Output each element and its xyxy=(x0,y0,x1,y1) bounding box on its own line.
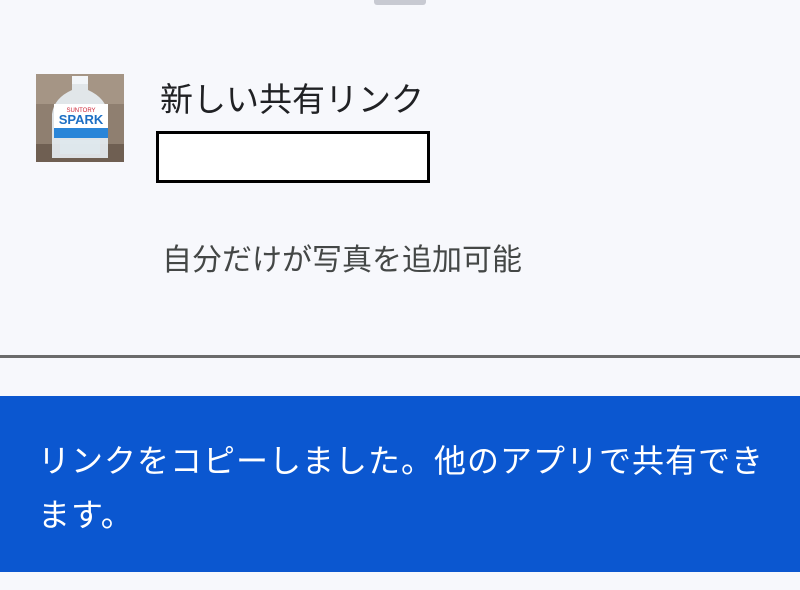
snackbar: リンクをコピーしました。他のアプリで共有できます。 xyxy=(0,396,800,572)
bottle-photo-icon: SUNTORY SPARK xyxy=(36,74,124,162)
share-sheet: SUNTORY SPARK 新しい共有リンク 自分だけが写真を追加可能 xyxy=(0,0,800,358)
drag-handle[interactable] xyxy=(374,0,426,5)
snackbar-message: リンクをコピーしました。他のアプリで共有できます。 xyxy=(38,442,765,534)
thumbnail-label-text: SPARK xyxy=(59,112,104,127)
permission-setting[interactable]: 自分だけが写真を追加可能 xyxy=(162,239,522,283)
album-title: 新しい共有リンク xyxy=(160,80,424,119)
album-thumbnail: SUNTORY SPARK xyxy=(36,74,124,162)
redacted-link-field xyxy=(156,131,430,183)
